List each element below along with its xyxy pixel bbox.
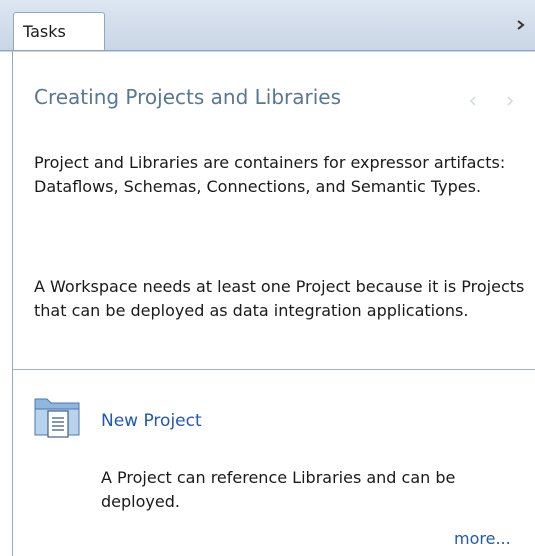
new-project-description: A Project can reference Libraries and ca… [101,468,456,511]
tasks-panel: Tasks Creating Projects and Libraries Pr… [0,0,535,556]
section-divider [13,369,535,370]
new-project-link[interactable]: New Project [101,411,202,431]
chevron-right-icon[interactable] [514,17,528,33]
tab-tasks-label: Tasks [23,22,66,41]
chevron-right-icon[interactable] [506,92,514,106]
workspace-paragraph: A Workspace needs at least one Project b… [34,277,525,320]
header-divider [0,50,535,51]
chevron-left-icon[interactable] [469,92,477,106]
tab-tasks[interactable]: Tasks [13,12,105,51]
section-title: Creating Projects and Libraries [34,85,342,109]
intro-paragraph: Project and Libraries are containers for… [34,153,506,196]
panel-header: Tasks [0,0,535,52]
more-link[interactable]: more... [454,529,511,548]
content-left-border [12,50,13,556]
folder-document-icon[interactable] [33,391,83,441]
